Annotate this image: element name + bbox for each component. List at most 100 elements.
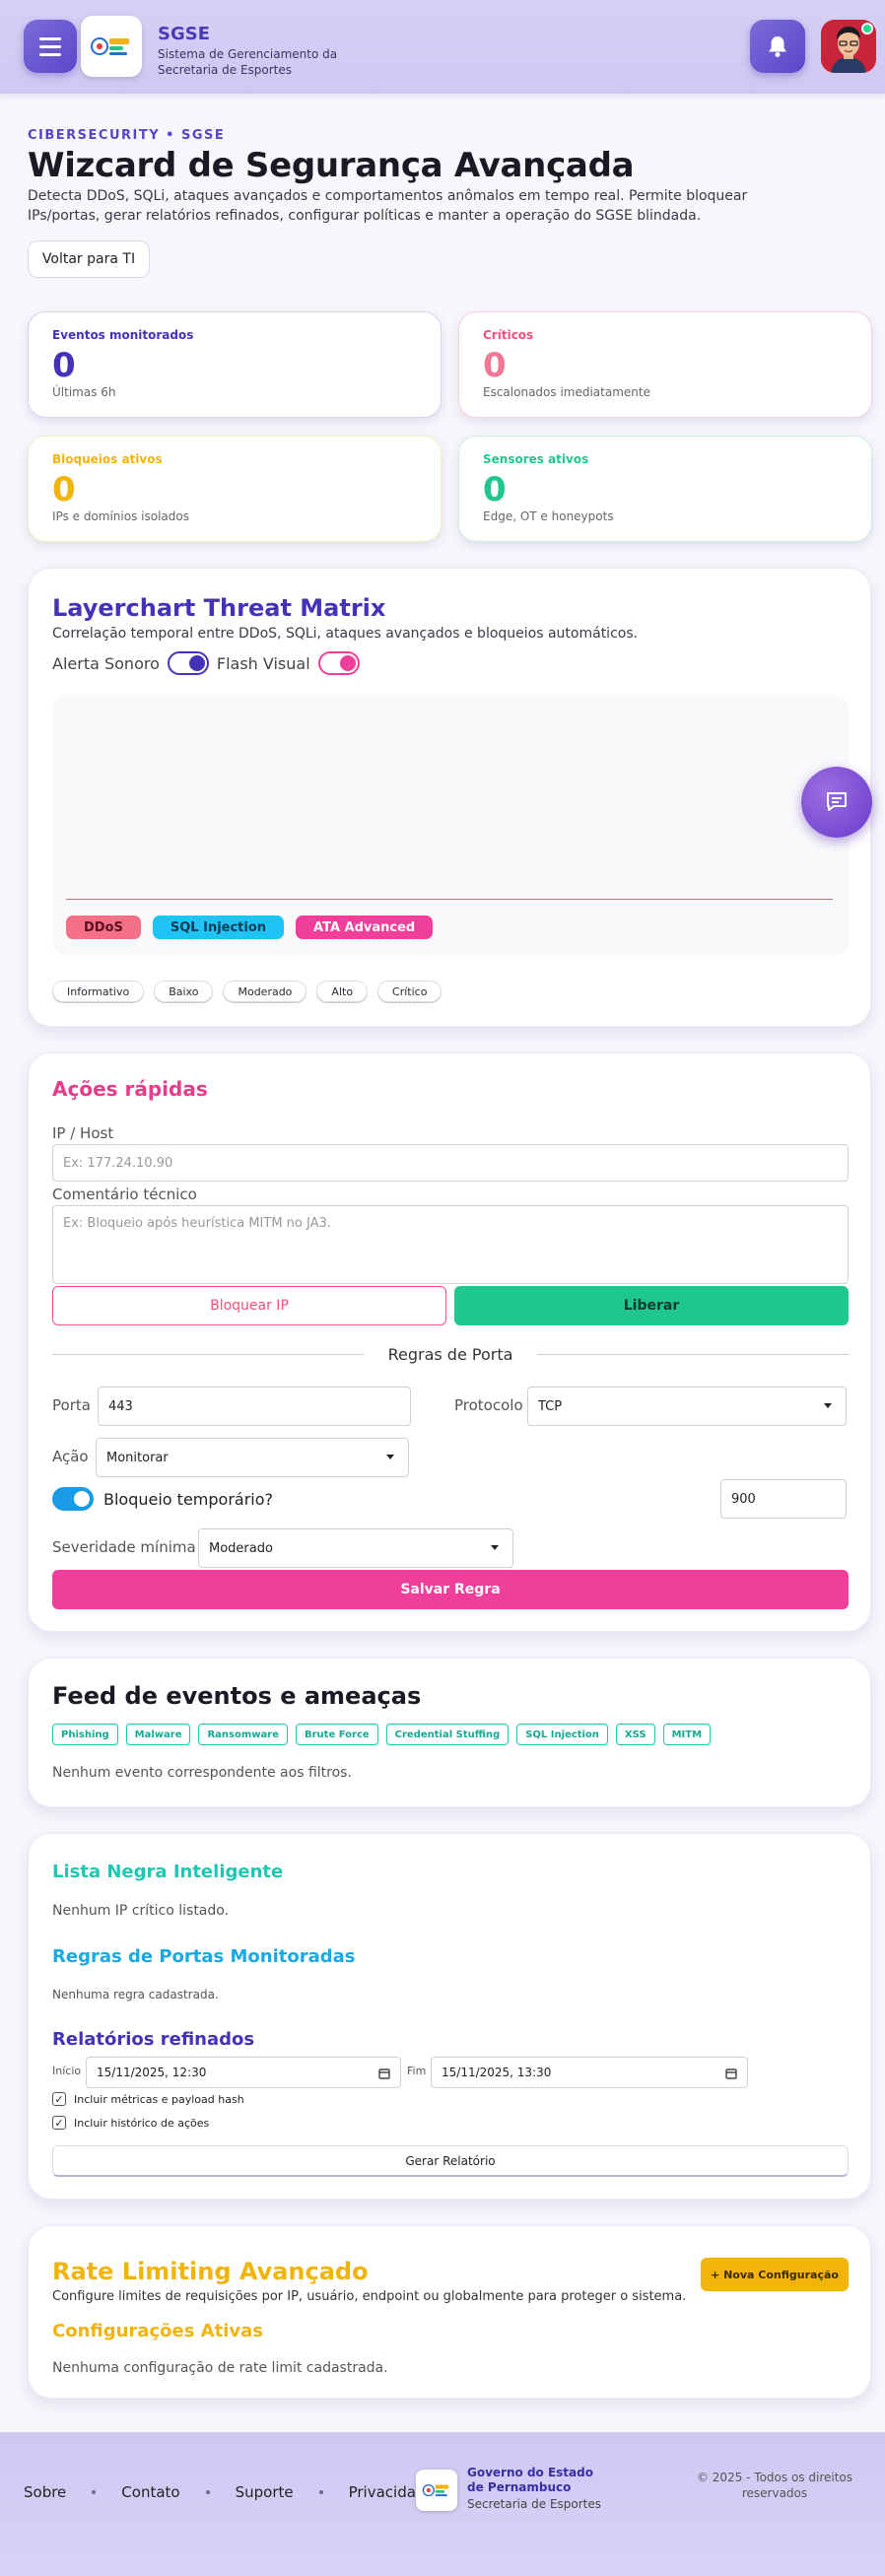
release-button[interactable]: Liberar	[454, 1286, 849, 1325]
save-rule-button[interactable]: Salvar Regra	[52, 1570, 849, 1609]
metrics-checkbox[interactable]: ✓	[52, 2092, 66, 2106]
eyebrow-label: CIBERSECURITY • SGSE	[28, 128, 226, 143]
sgse-logo[interactable]	[81, 16, 142, 77]
action-value: Monitorar	[106, 1450, 169, 1465]
sound-alert-toggle[interactable]	[167, 651, 209, 675]
severity-chip-baixo[interactable]: Baixo	[154, 981, 214, 1002]
temp-block-toggle[interactable]	[52, 1487, 94, 1511]
stat-card-events: Eventos monitorados 0 Últimas 6h	[28, 311, 442, 418]
sound-alert-label: Alerta Sonoro	[52, 653, 160, 673]
feed-empty-message: Nenhum evento correspondente aos filtros…	[52, 1765, 352, 1781]
bell-icon	[769, 36, 786, 57]
filter-chip-ransomware[interactable]: Ransomware	[198, 1724, 288, 1745]
toggle-knob	[74, 1491, 90, 1507]
flash-visual-toggle[interactable]	[317, 651, 360, 675]
stat-value: 0	[483, 470, 507, 509]
rate-limiting-panel: Rate Limiting Avançado Configure limites…	[28, 2225, 871, 2399]
quick-actions-panel: Ações rápidas IP / Host Ex: 177.24.10.90…	[28, 1052, 871, 1632]
min-severity-value: Moderado	[209, 1540, 273, 1556]
user-avatar[interactable]	[821, 20, 876, 73]
footer-separator	[318, 2490, 323, 2494]
port-input[interactable]: 443	[98, 1387, 411, 1426]
threat-matrix-panel: Layerchart Threat Matrix Correlação temp…	[28, 568, 871, 1027]
temp-block-row: Bloqueio temporário?	[52, 1487, 273, 1511]
new-config-button[interactable]: + Nova Configuração	[701, 2258, 849, 2291]
ip-host-label: IP / Host	[52, 1124, 114, 1142]
comment-textarea[interactable]: Ex: Bloqueio após heurística MITM no JA3…	[52, 1205, 849, 1284]
filter-chip-malware[interactable]: Malware	[125, 1724, 191, 1745]
event-feed-panel: Feed de eventos e ameaças Phishing Malwa…	[28, 1658, 871, 1807]
comment-label: Comentário técnico	[52, 1186, 197, 1203]
protocol-value: TCP	[538, 1398, 563, 1414]
history-checkbox[interactable]: ✓	[52, 2116, 66, 2130]
severity-chip-moderado[interactable]: Moderado	[223, 981, 307, 1002]
stat-label: Bloqueios ativos	[52, 452, 163, 466]
end-label: Fim	[407, 2065, 427, 2077]
rate-limit-title: Rate Limiting Avançado	[52, 2258, 369, 2285]
divider-right	[537, 1354, 849, 1355]
metrics-checkbox-label: Incluir métricas e payload hash	[74, 2092, 244, 2106]
filter-chip-mitm[interactable]: MITM	[662, 1724, 712, 1745]
end-datetime-input[interactable]: 15/11/2025, 13:30	[431, 2057, 748, 2088]
footer-link-sobre[interactable]: Sobre	[24, 2483, 66, 2501]
min-severity-select[interactable]: Moderado	[198, 1528, 513, 1568]
footer-separator	[205, 2490, 210, 2494]
generate-report-button[interactable]: Gerar Relatório	[52, 2145, 849, 2177]
start-datetime-input[interactable]: 15/11/2025, 12:30	[86, 2057, 401, 2088]
severity-chip-critico[interactable]: Crítico	[377, 981, 442, 1002]
lists-reports-panel: Lista Negra Inteligente Nenhum IP crític…	[28, 1833, 871, 2200]
footer-link-suporte[interactable]: Suporte	[236, 2483, 294, 2501]
footer-separator	[92, 2490, 97, 2494]
stat-value: 0	[483, 346, 507, 385]
toggle-knob	[188, 655, 205, 671]
chevron-down-icon	[386, 1455, 394, 1459]
filter-chip-phishing[interactable]: Phishing	[52, 1724, 118, 1745]
stat-note: Escalonados imediatamente	[483, 385, 650, 399]
stat-card-blocks: Bloqueios ativos 0 IPs e domínios isolad…	[28, 436, 442, 542]
metrics-checkbox-row[interactable]: ✓ Incluir métricas e payload hash	[52, 2092, 244, 2106]
back-to-ti-button[interactable]: Voltar para TI	[28, 240, 150, 278]
history-checkbox-row[interactable]: ✓ Incluir histórico de ações	[52, 2116, 209, 2130]
stat-note: IPs e domínios isolados	[52, 509, 189, 523]
legend-sql-injection[interactable]: SQL Injection	[152, 915, 285, 939]
active-configs-empty: Nenhuma configuração de rate limit cadas…	[52, 2360, 388, 2376]
ip-host-input[interactable]: Ex: 177.24.10.90	[52, 1144, 849, 1182]
severity-chip-informativo[interactable]: Informativo	[52, 981, 145, 1002]
footer-gov-name: Governo do Estado de Pernambuco	[467, 2466, 593, 2494]
stat-note: Edge, OT e honeypots	[483, 509, 614, 523]
page-description: Detecta DDoS, SQLi, ataques avançados e …	[28, 188, 748, 224]
port-rules-empty: Nenhuma regra cadastrada.	[52, 1988, 219, 2001]
min-severity-label: Severidade mínima	[52, 1538, 196, 1556]
chat-fab-button[interactable]	[801, 767, 872, 838]
chart-legend: DDoS SQL Injection ATA Advanced	[66, 915, 434, 939]
filter-chip-brute-force[interactable]: Brute Force	[296, 1724, 378, 1745]
legend-ddos[interactable]: DDoS	[66, 915, 141, 939]
port-rules-title: Regras de Porta	[387, 1345, 513, 1364]
footer-copyright: © 2025 - Todos os direitos reservados	[696, 2471, 852, 2500]
legend-ata-advanced[interactable]: ATA Advanced	[296, 915, 434, 939]
stat-card-critical: Críticos 0 Escalonados imediatamente	[458, 311, 872, 418]
menu-button[interactable]	[24, 20, 77, 73]
footer-links: Sobre Contato Suporte Privacidade	[24, 2483, 435, 2501]
start-value: 15/11/2025, 12:30	[97, 2066, 207, 2079]
protocol-select[interactable]: TCP	[527, 1387, 847, 1426]
stat-value: 0	[52, 346, 76, 385]
notifications-button[interactable]	[750, 20, 805, 73]
rate-limit-description: Configure limites de requisições por IP,…	[52, 2289, 687, 2304]
stat-value: 0	[52, 470, 76, 509]
block-ip-button[interactable]: Bloquear IP	[52, 1286, 446, 1325]
temp-block-duration-input[interactable]: 900	[720, 1479, 847, 1519]
filter-chip-credential-stuffing[interactable]: Credential Stuffing	[385, 1724, 510, 1745]
action-select[interactable]: Monitorar	[96, 1438, 409, 1477]
divider-left	[52, 1354, 364, 1355]
chart-baseline	[66, 899, 833, 900]
severity-chip-alto[interactable]: Alto	[316, 981, 369, 1002]
brand-subtitle: Sistema de Gerenciamento da Secretaria d…	[158, 47, 338, 77]
brand-title: SGSE	[158, 24, 210, 44]
filter-chip-xss[interactable]: XSS	[615, 1724, 655, 1745]
footer-link-contato[interactable]: Contato	[121, 2483, 179, 2501]
filter-chip-sql-injection[interactable]: SQL Injection	[516, 1724, 608, 1745]
flash-visual-label: Flash Visual	[216, 653, 310, 673]
threat-chart-area: DDoS SQL Injection ATA Advanced	[52, 695, 849, 955]
active-configs-title: Configurações Ativas	[52, 2321, 263, 2341]
